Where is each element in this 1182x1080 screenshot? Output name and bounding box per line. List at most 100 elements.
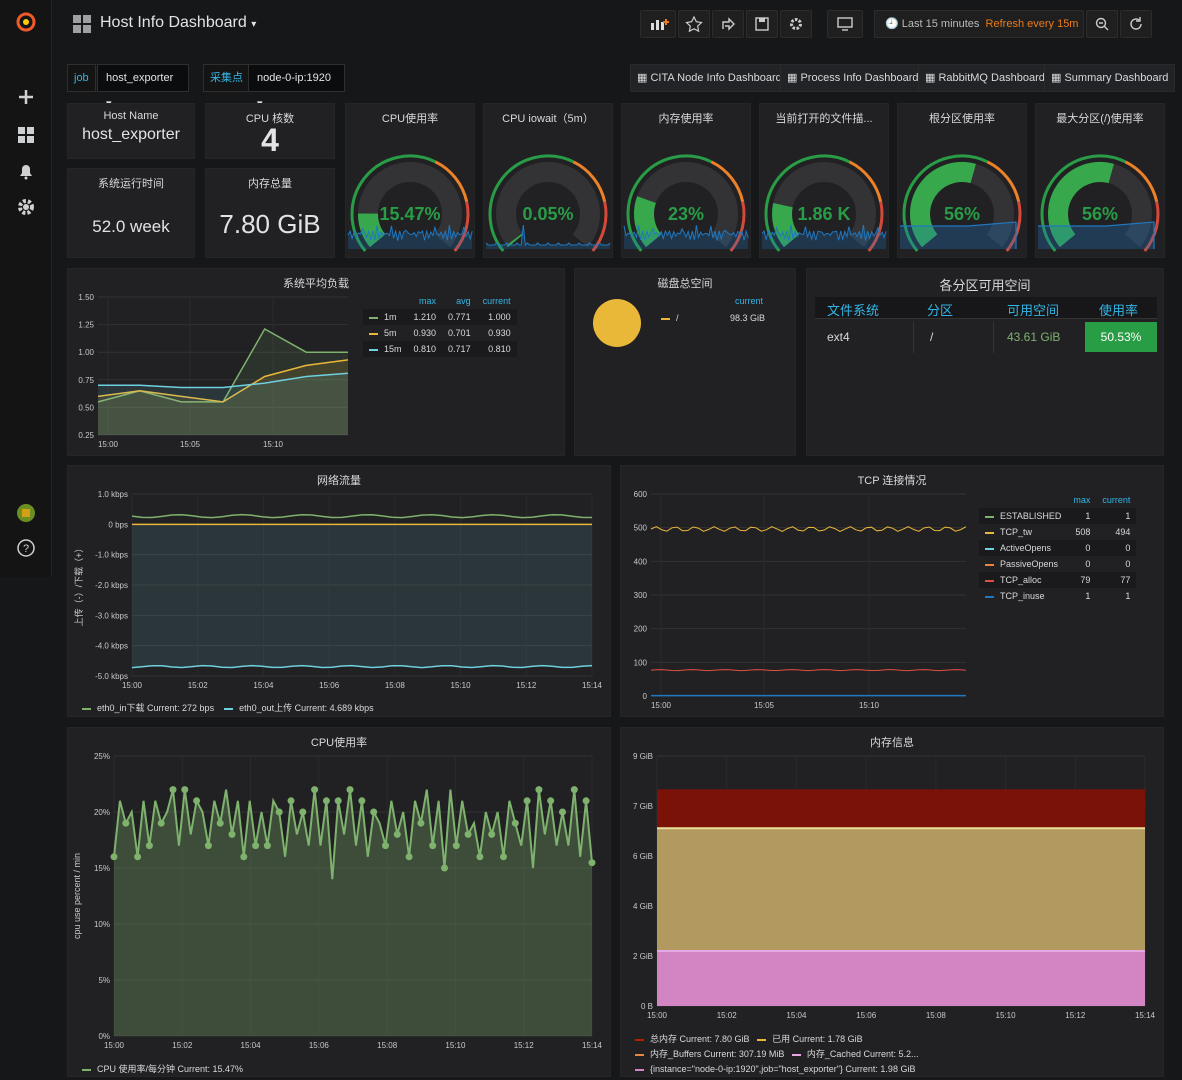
legend-row-1m[interactable]: 1m 1.210 0.771 1.000 bbox=[363, 309, 517, 325]
panel-gauge-2[interactable]: 内存使用率 23% bbox=[621, 103, 751, 258]
variable-select-job[interactable]: host_exporter ▾ bbox=[97, 64, 189, 110]
load-chart[interactable]: 1.50 1.25 1.00 0.75 0.50 0.25 15:00 15:05 15:10 bbox=[68, 289, 358, 457]
y-tick-label: 1.25 bbox=[78, 321, 94, 330]
series-line-eth0_in bbox=[131, 513, 593, 519]
dashboards-icon[interactable] bbox=[14, 123, 38, 147]
x-tick-label: 15:06 bbox=[856, 1011, 877, 1020]
y-tick-label: 5% bbox=[98, 976, 110, 985]
link-rabbitmq-dashboard[interactable]: ▦ RabbitMQ Dashboard bbox=[918, 64, 1052, 92]
plus-icon[interactable] bbox=[14, 85, 38, 109]
x-tick-label: 15:14 bbox=[582, 1041, 603, 1050]
y-tick-label: -3.0 kbps bbox=[95, 611, 128, 620]
bell-icon[interactable] bbox=[14, 159, 38, 183]
x-tick-label: 15:10 bbox=[451, 681, 472, 690]
panel-title: 磁盘总空间 bbox=[657, 278, 713, 290]
avatar[interactable] bbox=[14, 501, 38, 525]
top-navbar: Host Info Dashboard ▾ 🕘 Last 15 minutes … bbox=[52, 0, 1182, 48]
share-button[interactable] bbox=[712, 10, 744, 38]
panel-disk-space[interactable]: 磁盘总空间 current /98.3 GiB bbox=[574, 268, 796, 456]
legend-header-max: max bbox=[1073, 495, 1091, 505]
data-point bbox=[240, 853, 248, 861]
disk-pie-chart[interactable] bbox=[591, 297, 643, 349]
panel-network-traffic[interactable]: 网络流量 1.0 kbps 0 bps -1.0 kbps -2.0 kbps -3.0… bbox=[67, 465, 611, 717]
legend-swatch bbox=[82, 1068, 91, 1071]
cpu-chart[interactable]: 25% 20% 15% 10% 5% 0%15:00 15:02 15:04 15:06 15:0… bbox=[68, 746, 610, 1060]
link-process-dashboard[interactable]: ▦ Process Info Dashboard bbox=[780, 64, 926, 92]
zoom-out-button[interactable] bbox=[1086, 10, 1118, 38]
series-area-15m bbox=[98, 373, 348, 435]
x-tick-label: 15:10 bbox=[263, 440, 284, 449]
legend-swatch bbox=[791, 1053, 801, 1056]
panel-memory-info[interactable]: 内存信息 9 GiB 7 GiB 6 GiB 4 GiB 2 GiB 0 B 15:00 15… bbox=[620, 727, 1164, 1077]
legend-row-TCP_tw[interactable]: TCP_tw 508 494 bbox=[979, 524, 1136, 540]
panel-gauge-3[interactable]: 当前打开的文件描... 1.86 K bbox=[759, 103, 889, 258]
panel-load-average[interactable]: 系统平均负载 1.50 1.25 1.00 0.75 0.50 0.25 15:00 15:0… bbox=[67, 268, 565, 456]
panel-uptime[interactable]: 系统运行时间 52.0 week bbox=[67, 168, 195, 258]
legend-header-current: current bbox=[482, 296, 511, 306]
link-cita-dashboard[interactable]: ▦ CITA Node Info Dashboard bbox=[630, 64, 789, 92]
stat-value: 4 bbox=[261, 122, 279, 158]
x-tick-label: 15:06 bbox=[319, 681, 340, 690]
refresh-button[interactable] bbox=[1120, 10, 1152, 38]
legend-row-ESTABLISHED[interactable]: ESTABLISHED 1 1 bbox=[979, 508, 1137, 524]
panel-title: 内存总量 bbox=[248, 178, 292, 190]
network-chart[interactable]: 1.0 kbps 0 bps -1.0 kbps -2.0 kbps -3.0 kbps… bbox=[68, 484, 610, 702]
panel-gauge-1[interactable]: CPU iowait（5m） 0.05% bbox=[483, 103, 613, 258]
legend-header-current: current bbox=[735, 296, 764, 306]
dashboard-icon: ▦ bbox=[787, 72, 798, 84]
add-panel-button[interactable] bbox=[640, 10, 676, 38]
tv-mode-button[interactable] bbox=[827, 10, 863, 38]
panel-gauge-0[interactable]: CPU使用率 15.47% bbox=[345, 103, 475, 258]
y-tick-label: 20% bbox=[94, 808, 110, 817]
settings-button[interactable] bbox=[780, 10, 812, 38]
legend-row-TCP_inuse[interactable]: TCP_inuse 1 1 bbox=[979, 588, 1136, 604]
link-summary-dashboard[interactable]: ▦ Summary Dashboard bbox=[1044, 64, 1176, 92]
time-picker[interactable]: 🕘 Last 15 minutes Refresh every 15m bbox=[874, 10, 1084, 38]
column-filesystem[interactable]: 文件系统 bbox=[827, 300, 879, 319]
panel-gauge-5[interactable]: 最大分区(/)使用率 56% bbox=[1035, 103, 1165, 258]
x-tick-label: 15:12 bbox=[514, 1041, 535, 1050]
tcp-chart[interactable]: 600 500 400 300 200 100 015:00 15:05 15:10 bbox=[621, 484, 973, 716]
panel-host-name[interactable]: Host Name host_exporter bbox=[67, 103, 195, 159]
dashboard-title[interactable]: Host Info Dashboard ▾ bbox=[100, 14, 256, 32]
legend-header-current: current bbox=[1102, 495, 1131, 505]
panel-cpu-cores[interactable]: CPU 核数 4 bbox=[205, 103, 335, 159]
memory-chart[interactable]: 9 GiB 7 GiB 6 GiB 4 GiB 2 GiB 0 B15:00 15:02 15… bbox=[621, 746, 1163, 1032]
star-button[interactable] bbox=[678, 10, 710, 38]
data-point bbox=[346, 786, 354, 794]
legend-row-ActiveOpens[interactable]: ActiveOpens 0 0 bbox=[979, 540, 1137, 556]
legend-row-PassiveOpens[interactable]: PassiveOpens 0 0 bbox=[979, 556, 1136, 572]
gauge-chart bbox=[761, 154, 887, 252]
gear-icon[interactable] bbox=[14, 195, 38, 219]
save-button[interactable] bbox=[746, 10, 778, 38]
svg-text:?: ? bbox=[23, 543, 29, 555]
column-available[interactable]: 可用空间 bbox=[1007, 300, 1059, 319]
x-tick-label: 15:10 bbox=[859, 701, 880, 710]
y-tick-label: 100 bbox=[634, 658, 648, 667]
legend-row-5m[interactable]: 5m 0.930 0.701 0.930 bbox=[363, 325, 517, 341]
legend-swatch bbox=[985, 595, 994, 598]
variable-label-node: 采集点 bbox=[203, 64, 250, 92]
variable-select-node[interactable]: node-0-ip:1920 ▾ bbox=[248, 64, 345, 110]
help-icon[interactable]: ? bbox=[14, 536, 38, 560]
data-point bbox=[441, 864, 448, 872]
data-point bbox=[429, 842, 437, 850]
y-axis-label: cpu use percent / min bbox=[72, 853, 82, 939]
panel-cpu-usage[interactable]: CPU使用率 25% 20% 15% 10% 5% 0% 15:00 15:02 15:04 15… bbox=[67, 727, 611, 1077]
panel-mem-total[interactable]: 内存总量 7.80 GiB bbox=[205, 168, 335, 258]
legend-swatch bbox=[985, 563, 994, 566]
panel-gauge-4[interactable]: 根分区使用率 56% bbox=[897, 103, 1027, 258]
panel-partitions[interactable]: 各分区可用空间 文件系统 分区 可用空间 使用率 ext4 / 43.61 Gi… bbox=[806, 268, 1164, 456]
data-point bbox=[464, 830, 472, 838]
column-usage[interactable]: 使用率 bbox=[1099, 300, 1138, 319]
table-row: ext4 / 43.61 GiB 50.53% bbox=[815, 321, 1157, 353]
grafana-logo-icon[interactable] bbox=[14, 10, 38, 34]
gauge-value: 1.86 K bbox=[797, 204, 851, 224]
data-point bbox=[511, 819, 519, 827]
x-tick-label: 15:00 bbox=[122, 681, 143, 690]
column-mount[interactable]: 分区 bbox=[927, 300, 953, 319]
panel-tcp-connections[interactable]: TCP 连接情况 600 500 400 300 200 100 0 15:00 15:05 15… bbox=[620, 465, 1164, 717]
legend-row-TCP_alloc[interactable]: TCP_alloc 79 77 bbox=[979, 572, 1137, 588]
legend-row-15m[interactable]: 15m 0.810 0.717 0.810 bbox=[363, 341, 517, 357]
x-tick-label: 15:05 bbox=[754, 701, 775, 710]
